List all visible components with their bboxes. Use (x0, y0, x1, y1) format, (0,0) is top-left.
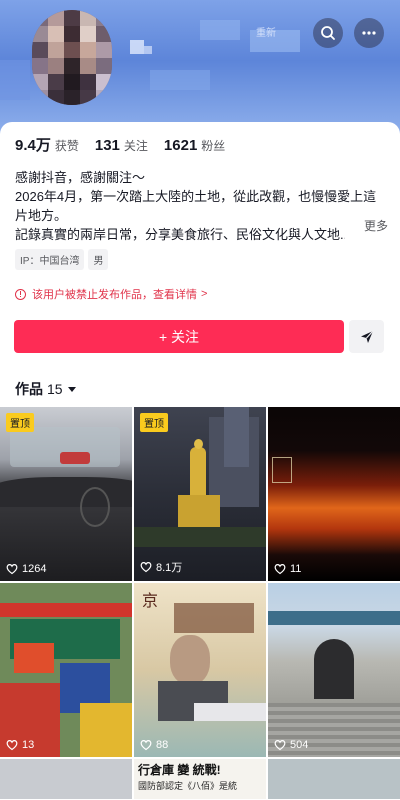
likes-stat: 11 (274, 563, 301, 575)
chevron-right-icon: > (201, 288, 208, 300)
heart-icon (140, 740, 152, 751)
followers-count[interactable]: 1621 (164, 137, 197, 154)
likes-stat: 13 (6, 739, 34, 751)
likes-label: 获赞 (54, 139, 79, 153)
likes-count: 9.4万 (15, 137, 51, 154)
likes-stat: 504 (274, 739, 308, 751)
avatar[interactable] (32, 10, 112, 105)
works-tab[interactable]: 作品 15 (15, 379, 76, 399)
bio-more-link[interactable]: 更多 (364, 217, 388, 234)
works-tab-label: 作品 (15, 381, 43, 397)
send-icon (360, 330, 373, 343)
gender-tag: 男 (88, 249, 109, 270)
video-thumbnail[interactable]: 置顶 1264 (0, 407, 132, 581)
video-thumbnail[interactable]: 行倉庫 變 統戰! 國防部認定《八佰》是統 (134, 759, 266, 799)
heart-icon (140, 562, 152, 573)
pinned-badge: 置顶 (140, 413, 168, 432)
video-thumbnail[interactable] (268, 759, 400, 799)
likes-stat: 88 (140, 739, 168, 751)
follow-button[interactable]: + 关注 (14, 320, 344, 353)
bio-line: 記錄真實的兩岸日常，分享美食旅行、民俗文化與人文地... (15, 227, 345, 242)
poster-title: 京 (142, 591, 159, 610)
ip-location-tag: IP：中国台湾 (15, 249, 85, 270)
profile-stats: 9.4万 获赞 131 关注 1621 粉丝 (15, 134, 241, 155)
profile-card: 9.4万 获赞 131 关注 1621 粉丝 感謝抖音，感謝關注～ 2026年4… (0, 122, 400, 800)
video-thumbnail[interactable] (0, 759, 132, 799)
heart-icon (274, 740, 286, 751)
pinned-badge: 置顶 (6, 413, 34, 432)
likes-stat: 8.1万 (140, 559, 182, 575)
works-count: 15 (47, 381, 63, 397)
bio-line: 感謝抖音，感謝關注～ (15, 170, 146, 185)
following-count[interactable]: 131 (95, 137, 120, 154)
likes-stat: 1264 (6, 563, 46, 575)
video-thumbnail[interactable]: 置顶 8.1万 (134, 407, 266, 581)
likes-count: 1264 (22, 563, 47, 575)
video-thumbnail[interactable]: 京 88 (134, 583, 266, 757)
likes-count: 13 (22, 739, 35, 751)
following-label[interactable]: 关注 (124, 137, 148, 154)
bio-line: 2026年4月，第一次踏上大陸的土地，從此改觀，也慢慢愛上這 (15, 189, 377, 204)
ban-notice-text: 该用户被禁止发布作品，查看详情 (32, 289, 197, 301)
likes-count: 11 (290, 563, 302, 575)
profile-banner: 重新 (0, 0, 400, 135)
video-thumbnail[interactable]: 504 (268, 583, 400, 757)
likes-count: 504 (290, 739, 309, 751)
video-thumbnail[interactable]: 11 (268, 407, 400, 581)
thumbnail-headline: 行倉庫 變 統戰! (138, 763, 221, 777)
heart-icon (6, 564, 18, 575)
caret-down-icon (67, 386, 76, 392)
followers-label[interactable]: 粉丝 (201, 137, 225, 154)
thumbnail-subline: 國防部認定《八佰》是統 (138, 781, 238, 791)
heart-icon (274, 564, 286, 575)
bio-line: 片地方。 (15, 208, 68, 223)
more-button[interactable] (354, 18, 384, 48)
ban-notice[interactable]: 该用户被禁止发布作品，查看详情 > (15, 286, 207, 302)
share-button[interactable] (349, 320, 384, 353)
search-button[interactable] (313, 18, 343, 48)
search-icon (321, 26, 335, 40)
heart-icon (6, 740, 18, 751)
profile-tags: IP：中国台湾 男 (15, 249, 109, 270)
banner-badge: 重新 (256, 28, 276, 39)
warning-icon (15, 288, 26, 300)
likes-count: 8.1万 (156, 562, 183, 574)
profile-bio: 感謝抖音，感謝關注～ 2026年4月，第一次踏上大陸的土地，從此改觀，也慢慢愛上… (15, 168, 387, 244)
likes-count: 88 (156, 739, 169, 751)
video-thumbnail[interactable]: 13 (0, 583, 132, 757)
more-icon (362, 31, 376, 35)
